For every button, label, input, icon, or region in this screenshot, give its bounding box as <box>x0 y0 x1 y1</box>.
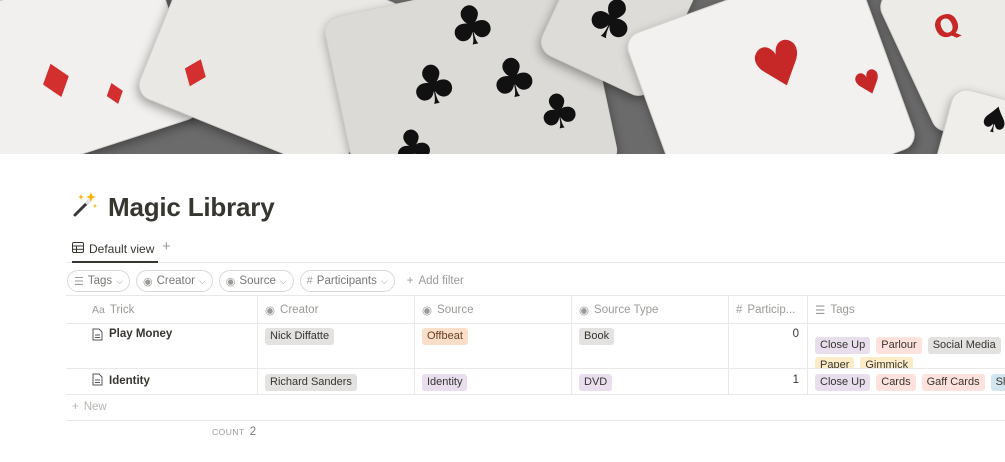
add-view-button[interactable]: + <box>162 238 171 255</box>
filter-chip-tags[interactable]: ☰ Tags ⌵ <box>67 270 130 292</box>
tab-label: Default view <box>89 241 155 256</box>
number-icon: # <box>306 275 313 287</box>
chip-label: Participants <box>316 275 377 287</box>
column-label: Particip... <box>747 303 796 316</box>
column-label: Source Type <box>594 303 659 316</box>
select-icon: ◉ <box>265 304 276 317</box>
plus-icon: + <box>72 401 79 413</box>
select-icon: ◉ <box>579 304 590 317</box>
list-icon: ☰ <box>74 275 84 288</box>
chevron-down-icon: ⌵ <box>198 275 206 286</box>
source-type-tag: Book <box>579 328 615 345</box>
source-type-tag: DVD <box>579 374 613 391</box>
column-label: Trick <box>109 303 135 316</box>
tag: Cards <box>876 374 916 391</box>
card-hearts: ♥ ♥ <box>622 0 920 154</box>
new-label: New <box>83 401 107 413</box>
number-icon: # <box>736 303 743 316</box>
list-icon: ☰ <box>815 304 826 317</box>
cell-tags[interactable]: Close Up Parlour Social Media Paper Gimmick <box>807 322 1005 368</box>
tag: Close Up <box>815 337 871 354</box>
select-icon: ◉ <box>225 275 236 288</box>
table-row[interactable]: Play Money Nick Diffatte Offbeat Book 0 … <box>66 322 1005 369</box>
cell-creator[interactable]: Richard Sanders <box>257 368 414 394</box>
filter-chip-source[interactable]: ◉ Source ⌵ <box>218 270 294 292</box>
chevron-down-icon: ⌵ <box>279 275 287 286</box>
select-icon: ◉ <box>422 304 433 317</box>
column-header-source-type[interactable]: ◉ Source Type <box>571 296 728 323</box>
tag: Sha <box>990 374 1005 391</box>
count-label: COUNT <box>212 427 245 437</box>
column-header-tags[interactable]: ☰ Tags <box>807 296 1005 323</box>
magic-wand-icon <box>70 190 100 225</box>
chip-label: Creator <box>156 275 195 287</box>
creator-tag: Nick Diffatte <box>265 328 335 345</box>
filter-chip-participants[interactable]: # Participants ⌵ <box>299 270 395 292</box>
source-tag: Offbeat <box>422 328 468 345</box>
column-header-source[interactable]: ◉ Source <box>414 296 571 323</box>
column-label: Creator <box>280 303 319 316</box>
column-header-creator[interactable]: ◉ Creator <box>257 296 414 323</box>
trick-name: Identity <box>109 375 150 387</box>
table-icon <box>72 241 84 256</box>
tag: Social Media <box>927 337 1001 354</box>
new-row-button[interactable]: + New <box>72 401 107 413</box>
count-footer[interactable]: COUNT 2 <box>212 426 256 438</box>
cell-source-type[interactable]: DVD <box>571 368 728 394</box>
cell-source[interactable]: Offbeat <box>414 322 571 368</box>
cell-participants[interactable]: 0 <box>728 322 807 368</box>
cell-participants[interactable]: 1 <box>728 368 807 394</box>
view-tabs: Default view + <box>66 236 1005 263</box>
cell-tags[interactable]: Close Up Cards Gaff Cards Sha <box>807 368 1005 394</box>
add-filter-button[interactable]: + Add filter <box>407 275 464 287</box>
page-title[interactable]: Magic Library <box>108 192 275 223</box>
column-header-trick[interactable]: Aa Trick <box>84 296 257 323</box>
cell-source-type[interactable]: Book <box>571 322 728 368</box>
column-label: Source <box>437 303 474 316</box>
tag: Gaff Cards <box>921 374 985 391</box>
text-type-icon: Aa <box>92 303 105 316</box>
column-header-participants[interactable]: # Particip... <box>728 296 807 323</box>
cell-creator[interactable]: Nick Diffatte <box>257 322 414 368</box>
page-icon <box>92 328 103 344</box>
select-icon: ◉ <box>143 275 153 288</box>
tag: Paper <box>815 357 855 368</box>
tab-default-view[interactable]: Default view <box>72 236 159 263</box>
page-title-row: Magic Library <box>70 190 275 225</box>
creator-tag: Richard Sanders <box>265 374 357 391</box>
chevron-down-icon: ⌵ <box>380 275 388 286</box>
divider <box>66 420 1005 421</box>
chip-label: Tags <box>87 275 113 287</box>
trick-name: Play Money <box>109 328 173 340</box>
tag: Gimmick <box>860 357 914 368</box>
cell-trick[interactable]: Play Money <box>66 322 257 368</box>
column-label: Tags <box>830 303 855 316</box>
tag: Close Up <box>815 374 871 391</box>
filter-chip-creator[interactable]: ◉ Creator ⌵ <box>136 270 213 292</box>
cell-trick[interactable]: Identity <box>66 368 257 394</box>
tag: Parlour <box>876 337 922 354</box>
plus-icon: + <box>406 275 414 287</box>
source-tag: Identity <box>422 374 468 391</box>
page-icon <box>92 373 103 389</box>
cover-image: ♦ ♦ ♦ ♦ ♣ ♣ ♣ ♣ ♣ ♣ ♥ ♥ Q ♥ ♠ <box>0 0 1005 154</box>
filter-bar: ☰ Tags ⌵ ◉ Creator ⌵ ◉ Source ⌵ # Partic… <box>67 270 464 292</box>
count-value: 2 <box>249 426 257 438</box>
add-filter-label: Add filter <box>418 275 464 287</box>
chevron-down-icon: ⌵ <box>116 275 123 286</box>
table-header: Aa Trick ◉ Creator ◉ Source ◉ Source Typ… <box>66 295 1005 324</box>
cell-source[interactable]: Identity <box>414 368 571 394</box>
chip-label: Source <box>239 275 276 287</box>
table-row[interactable]: Identity Richard Sanders Identity DVD 1 … <box>66 368 1005 395</box>
